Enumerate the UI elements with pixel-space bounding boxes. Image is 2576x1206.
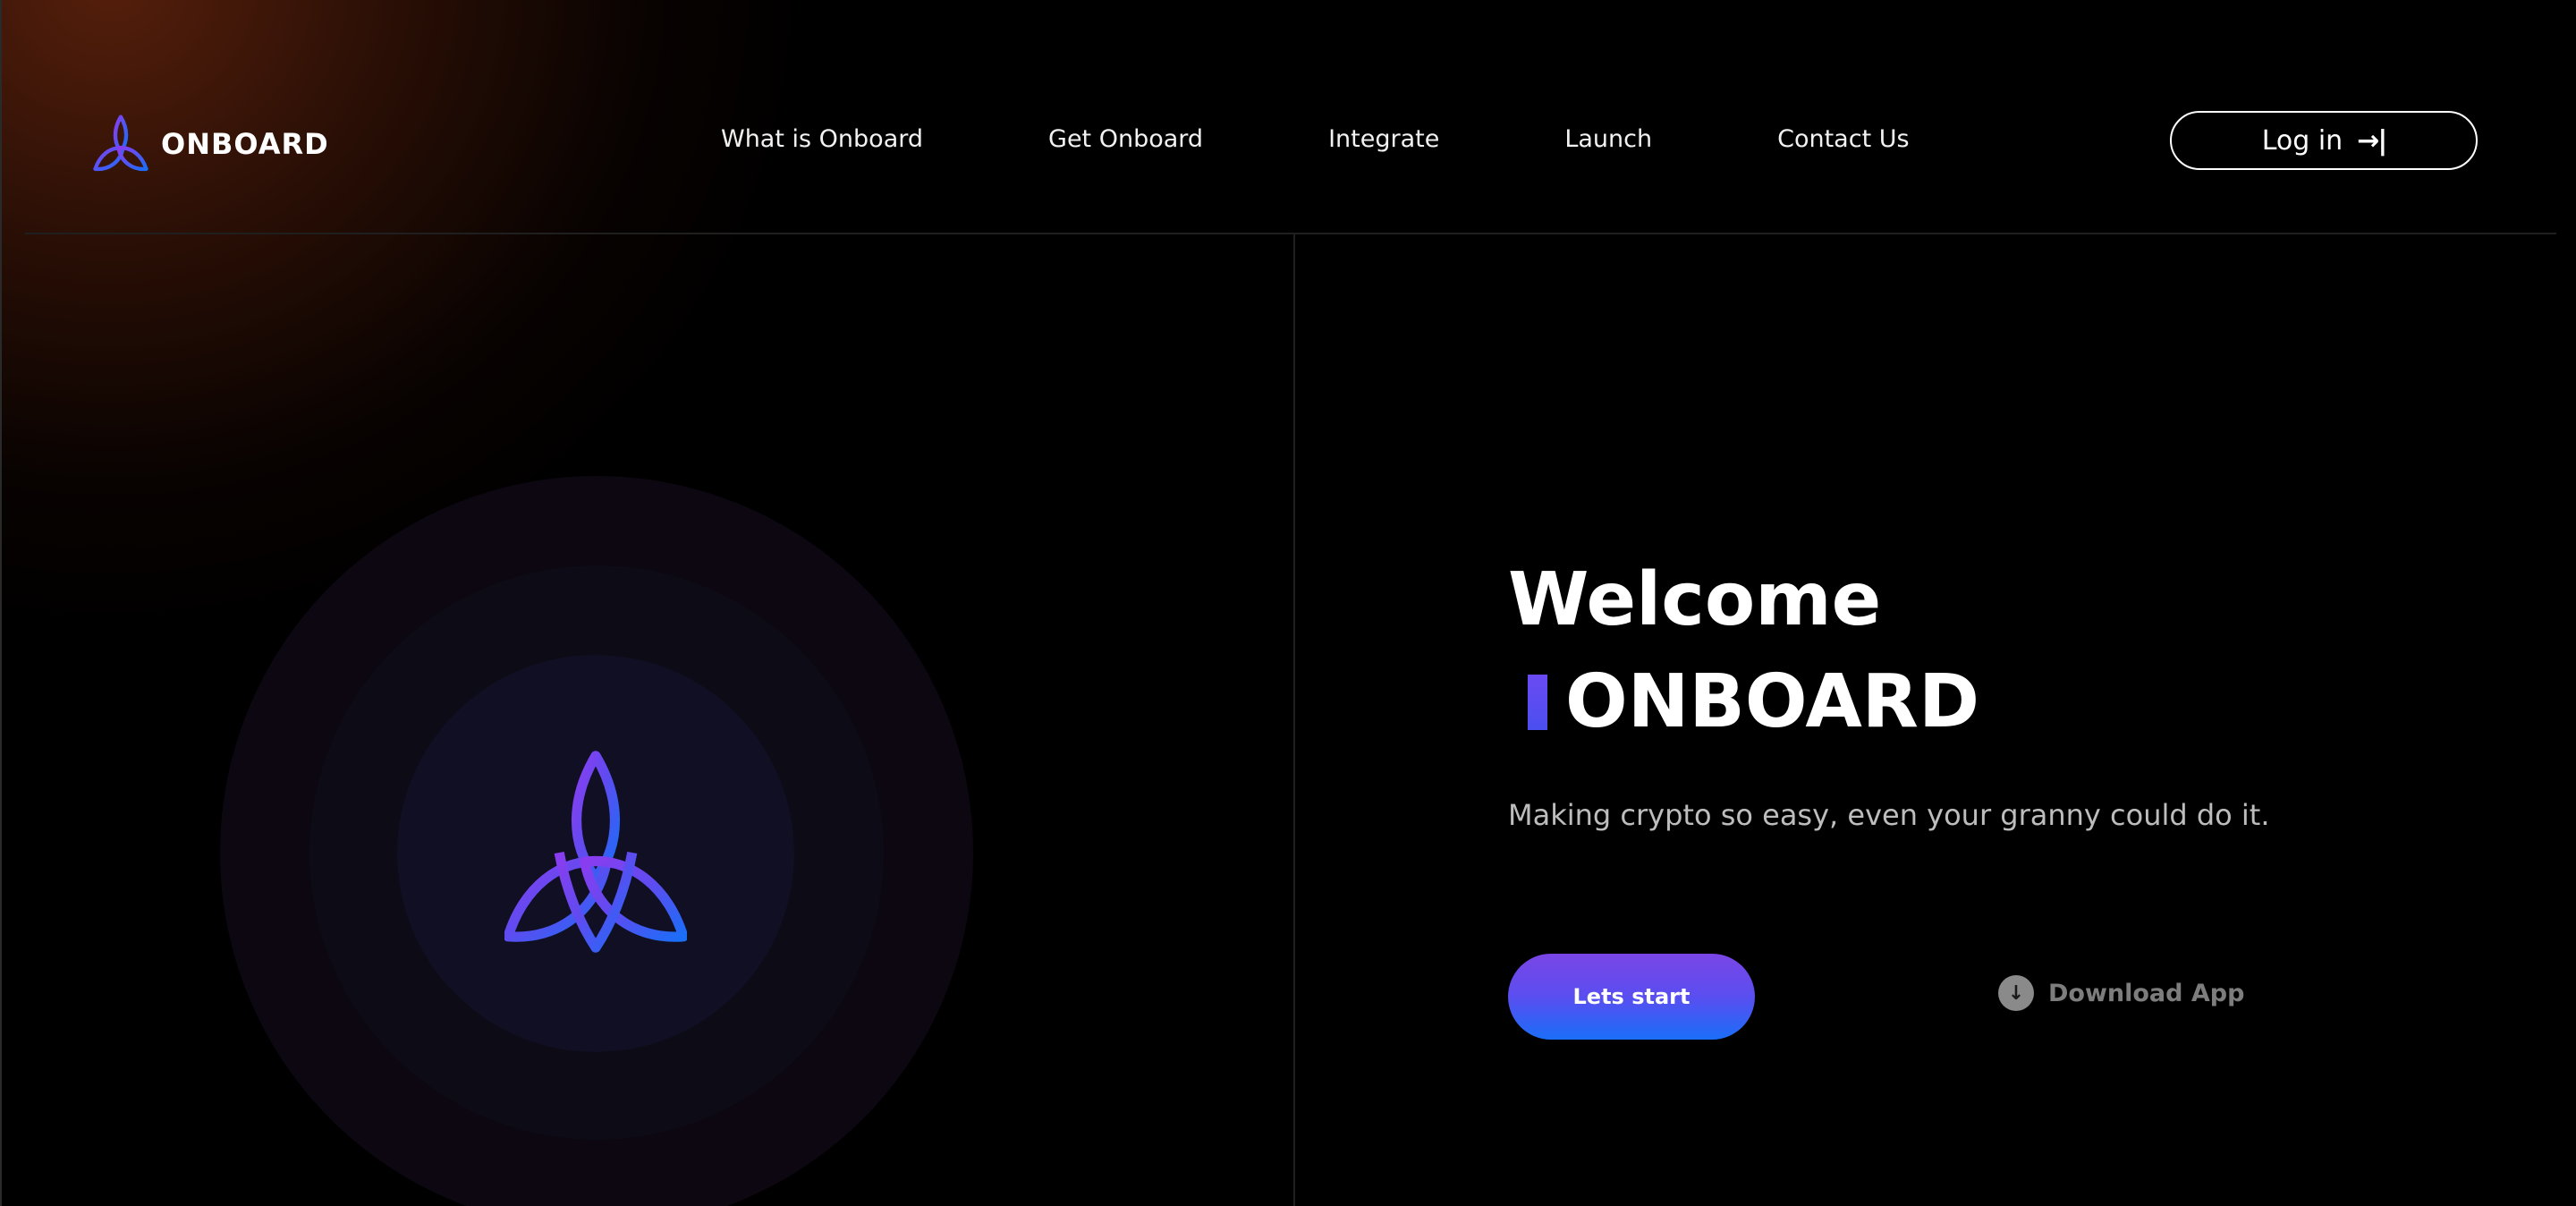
main-nav: What is Onboard Get Onboard Integrate La…: [721, 125, 1910, 153]
nav-item-contact-us[interactable]: Contact Us: [1777, 125, 1909, 153]
onboard-emblem-icon: [504, 751, 687, 953]
nav-item-what-is-onboard[interactable]: What is Onboard: [721, 125, 923, 153]
onboard-logo-icon: [93, 115, 148, 172]
nav-item-get-onboard[interactable]: Get Onboard: [1048, 125, 1203, 153]
download-app-link[interactable]: ↓ Download App: [1998, 975, 2244, 1011]
header-divider: [25, 233, 2556, 234]
logo[interactable]: ONBOARD: [93, 115, 329, 174]
section-divider: [1293, 234, 1295, 1206]
nav-item-launch[interactable]: Launch: [1564, 125, 1652, 153]
brand-heading: ONBOARD: [1565, 659, 1980, 744]
lets-start-button[interactable]: Lets start: [1508, 954, 1755, 1040]
nav-item-integrate[interactable]: Integrate: [1328, 125, 1439, 153]
download-app-label: Download App: [2048, 979, 2245, 1007]
logo-text: ONBOARD: [161, 127, 329, 161]
download-icon: ↓: [1998, 975, 2034, 1011]
typing-cursor: [1528, 675, 1547, 730]
brand-heading-row: ONBOARD: [1528, 666, 1979, 739]
page: ONBOARD What is Onboard Get Onboard Inte…: [0, 0, 2576, 1206]
tagline: Making crypto so easy, even your granny …: [1508, 798, 2270, 832]
welcome-heading: Welcome: [1508, 557, 1882, 642]
header: ONBOARD What is Onboard Get Onboard Inte…: [2, 0, 2576, 234]
login-label: Log in: [2261, 124, 2343, 157]
login-button[interactable]: Log in →|: [2170, 111, 2478, 170]
login-arrow-icon: →|: [2357, 124, 2387, 157]
